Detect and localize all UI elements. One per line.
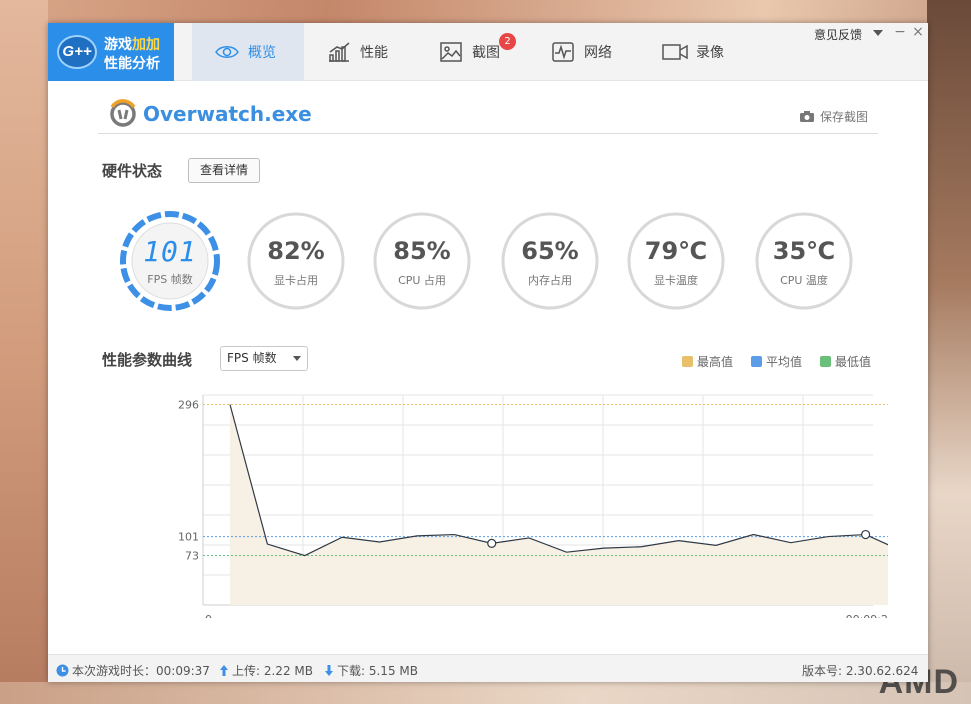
y-tick-label: 101 [178, 531, 199, 544]
memory-usage-label: 内存占用 [528, 274, 572, 287]
tab-overview-label: 概览 [248, 45, 276, 61]
curve-title: 性能参数曲线 [102, 351, 193, 369]
minimize-button[interactable]: − [892, 24, 908, 40]
memory-usage-value: 65% [521, 237, 579, 265]
y-tick-label: 296 [178, 398, 199, 411]
clock-icon [56, 664, 69, 677]
close-button[interactable]: × [910, 24, 926, 40]
image-icon [438, 41, 464, 63]
gpu-temp-value: 79℃ [644, 237, 708, 265]
upload-text: 上传: 2.22 MB [232, 664, 313, 678]
memory-usage-gauge: 65% 内存占用 [498, 209, 602, 313]
tab-network[interactable]: 网络 [528, 23, 640, 81]
wallpaper-left [0, 0, 48, 704]
brand-logo: G++ 游戏加加 性能分析 [48, 23, 174, 81]
tab-screenshots-label: 截图 [472, 45, 500, 61]
brand-line-1-a: 游戏 [104, 37, 132, 53]
gpu-usage-label: 显卡占用 [274, 274, 318, 287]
title-bar: G++ 游戏加加 性能分析 概览 性能 截图 2 网络 录像 意见反馈 − × [48, 23, 928, 81]
legend-min-swatch [820, 356, 831, 367]
header-divider [98, 133, 878, 134]
cpu-temp-gauge: 35℃ CPU 温度 [752, 209, 856, 313]
overwatch-logo-icon [110, 99, 136, 127]
cpu-temp-value: 35℃ [772, 237, 836, 265]
fps-point-marker [861, 529, 871, 540]
wallpaper-bottom [0, 682, 971, 704]
fps-label: FPS 帧数 [147, 273, 193, 286]
fps-curve-chart: 296 101 73 0 00:09:27 [178, 394, 888, 618]
legend-max-swatch [682, 356, 693, 367]
brand-line-1: 游戏加加 [104, 34, 160, 54]
fps-line [229, 404, 888, 557]
pulse-icon [550, 41, 576, 63]
brand-line-1-b: 加加 [132, 37, 160, 53]
arrow-down-icon [325, 665, 333, 676]
cpu-usage-gauge: 85% CPU 占用 [370, 209, 474, 313]
gpu-temp-gauge: 79℃ 显卡温度 [624, 209, 728, 313]
tab-performance-label: 性能 [360, 45, 388, 61]
brand-badge-icon: G++ [57, 35, 97, 69]
tab-screenshots[interactable]: 截图 2 [416, 23, 528, 81]
arrow-up-icon [220, 665, 228, 676]
status-bar: 本次游戏时长：00:09:37 上传: 2.22 MB 下载: 5.15 MB … [48, 654, 928, 682]
play-duration-text: 本次游戏时长：00:09:37 [72, 664, 210, 678]
tab-performance[interactable]: 性能 [304, 23, 416, 81]
tab-overview[interactable]: 概览 [192, 23, 304, 81]
screenshots-count-badge: 2 [499, 33, 516, 50]
save-screenshot-button[interactable]: 保存截图 [799, 108, 868, 125]
x-end-label: 00:09:27 [846, 613, 888, 618]
legend-min-label: 最低值 [835, 355, 872, 369]
brand-line-2: 性能分析 [104, 56, 160, 72]
wallpaper-right [927, 0, 971, 704]
metric-select-value: FPS 帧数 [227, 351, 277, 365]
legend-avg: 平均值 [751, 353, 802, 370]
hardware-status-title: 硬件状态 [102, 162, 163, 180]
feedback-link[interactable]: 意见反馈 [814, 26, 862, 43]
cpu-usage-label: CPU 占用 [398, 274, 446, 287]
video-icon [662, 41, 688, 63]
gpu-usage-gauge: 82% 显卡占用 [244, 209, 348, 313]
bar-chart-icon [326, 41, 352, 63]
fps-value: 101 [143, 235, 197, 268]
legend-max: 最高值 [682, 353, 733, 370]
x-start-label: 0 [205, 613, 212, 618]
download-stat: 下载: 5.15 MB [324, 662, 418, 679]
upload-stat: 上传: 2.22 MB [219, 662, 313, 679]
chevron-down-icon[interactable] [873, 30, 883, 36]
tab-recording[interactable]: 录像 [640, 23, 752, 81]
eye-icon [214, 41, 240, 63]
gpu-temp-label: 显卡温度 [654, 274, 698, 287]
metric-select[interactable]: FPS 帧数 [220, 346, 308, 371]
legend-min: 最低值 [820, 353, 871, 370]
fps-point-marker [487, 538, 497, 548]
fps-area [230, 404, 888, 605]
gpu-usage-value: 82% [267, 237, 325, 265]
save-screenshot-label: 保存截图 [820, 110, 869, 124]
view-details-button[interactable]: 查看详情 [188, 158, 260, 183]
legend-avg-label: 平均值 [766, 355, 803, 369]
legend-avg-swatch [751, 356, 762, 367]
fps-gauge: 101 FPS 帧数 [118, 209, 222, 313]
y-tick-label: 73 [185, 550, 199, 563]
app-window: G++ 游戏加加 性能分析 概览 性能 截图 2 网络 录像 意见反馈 − × … [48, 23, 928, 682]
game-title: Overwatch.exe [143, 102, 312, 126]
camera-icon [800, 111, 814, 122]
tab-recording-label: 录像 [696, 45, 724, 61]
cpu-usage-value: 85% [393, 237, 451, 265]
legend-max-label: 最高值 [697, 355, 734, 369]
play-duration: 本次游戏时长：00:09:37 [56, 662, 210, 679]
download-text: 下载: 5.15 MB [337, 664, 418, 678]
tab-network-label: 网络 [584, 45, 612, 61]
chevron-down-icon [293, 356, 301, 361]
cpu-temp-label: CPU 温度 [780, 274, 828, 287]
version-info: 版本号: 2.30.62.624 [802, 664, 919, 678]
